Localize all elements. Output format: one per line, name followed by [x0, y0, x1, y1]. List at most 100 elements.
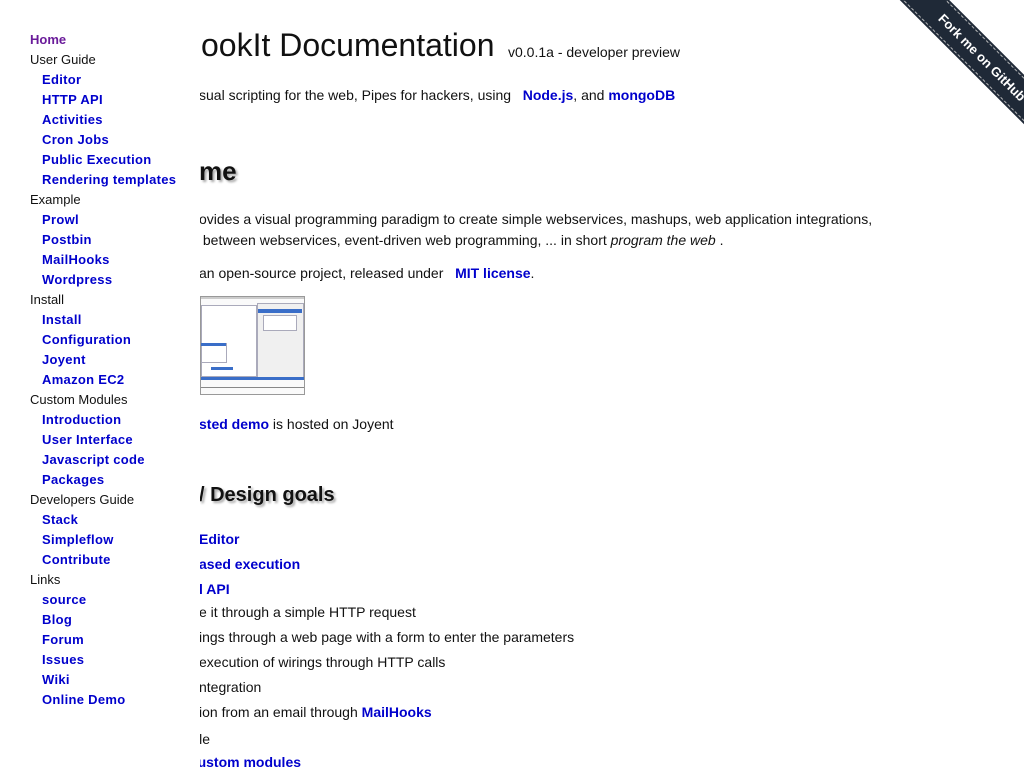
sidebar-label[interactable]: Amazon EC2 — [42, 372, 124, 387]
sidebar-item-http-api[interactable]: HTTP API — [0, 90, 200, 110]
sidebar-item-rendering-templates[interactable]: Rendering templates — [0, 170, 200, 190]
editor-link[interactable]: Editor — [199, 531, 239, 547]
license-text: an open-source project, released under — [199, 265, 444, 281]
intro-line-2: between webservices, event-driven web pr… — [202, 232, 607, 248]
sidebar-label[interactable]: Activities — [42, 112, 103, 127]
sidebar-item-javascript-code[interactable]: Javascript code — [0, 450, 200, 470]
sidebar-item-install[interactable]: Install — [0, 310, 200, 330]
sidebar-label: Install — [30, 292, 64, 307]
license-end: . — [530, 265, 535, 281]
sidebar-item-simpleflow[interactable]: Simpleflow — [0, 530, 200, 550]
sidebar-section-example: Example — [0, 190, 200, 210]
sidebar-item-wordpress[interactable]: Wordpress — [0, 270, 200, 290]
sidebar-item-prowl[interactable]: Prowl — [0, 210, 200, 230]
sidebar-item-postbin[interactable]: Postbin — [0, 230, 200, 250]
sidebar-section-install: Install — [0, 290, 200, 310]
sidebar-label: Links — [30, 572, 61, 587]
sidebar-item-editor[interactable]: Editor — [0, 70, 200, 90]
fork-me-ribbon[interactable]: Fork me on GitHub — [891, 0, 1024, 150]
sidebar-label[interactable]: source — [42, 592, 86, 607]
intro-paragraph: ovides a visual programming paradigm to … — [199, 209, 872, 251]
sidebar-item-mailhooks[interactable]: MailHooks — [0, 250, 200, 270]
intro-line-1: ovides a visual programming paradigm to … — [199, 211, 873, 227]
sidebar-section-links: Links — [0, 570, 200, 590]
sidebar-item-contribute[interactable]: Contribute — [0, 550, 200, 570]
sidebar-label[interactable]: Cron Jobs — [42, 132, 109, 147]
sidebar-section-home[interactable]: Home — [0, 30, 200, 50]
api-link[interactable]: l API — [199, 581, 230, 597]
sidebar-label: Custom Modules — [30, 392, 128, 407]
nav-list: Home User Guide Editor HTTP API Activities Cr… — [0, 30, 200, 710]
sidebar-label[interactable]: Wordpress — [42, 272, 112, 287]
design-goals-heading: / Design goals — [199, 484, 335, 506]
sidebar-item-joyent[interactable]: Joyent — [0, 350, 200, 370]
sidebar-item-activities[interactable]: Activities — [0, 110, 200, 130]
sidebar-label[interactable]: Javascript code — [42, 452, 145, 467]
sidebar-nav: Home User Guide Editor HTTP API Activities Cr… — [0, 30, 200, 768]
sidebar-item-public-execution[interactable]: Public Execution — [0, 150, 200, 170]
sidebar-label[interactable]: Prowl — [42, 212, 79, 227]
sidebar-label[interactable]: User Interface — [42, 432, 133, 447]
sidebar-label[interactable]: Introduction — [42, 412, 121, 427]
github-ribbon: Fork me on GitHub — [874, 0, 1024, 150]
sidebar-label[interactable]: Editor — [42, 72, 81, 87]
sidebar-item-online-demo[interactable]: Online Demo — [0, 690, 200, 710]
sidebar-section-user-guide: User Guide — [0, 50, 200, 70]
sidebar-label[interactable]: Home — [30, 32, 66, 47]
http-calls-text: execution of wirings through HTTP calls — [199, 654, 446, 670]
sidebar-label[interactable]: Public Execution — [42, 152, 152, 167]
intro-end: . — [719, 232, 724, 248]
sidebar-label: Developers Guide — [30, 492, 135, 507]
sidebar-label[interactable]: Stack — [42, 512, 78, 527]
sidebar-label[interactable]: Postbin — [42, 232, 92, 247]
http-request-text: e it through a simple HTTP request — [199, 604, 416, 620]
editor-screenshot-thumbnail[interactable] — [200, 296, 305, 395]
page-title: ookIt Documentation — [201, 27, 495, 63]
sidebar-label[interactable]: Joyent — [42, 352, 86, 367]
sidebar-label[interactable]: Configuration — [42, 332, 131, 347]
sidebar-label: User Guide — [30, 52, 96, 67]
sidebar-section-developers-guide: Developers Guide — [0, 490, 200, 510]
sidebar-label[interactable]: Online Demo — [42, 692, 125, 707]
sidebar-label[interactable]: Rendering templates — [42, 172, 176, 187]
demo-text: is hosted on Joyent — [272, 416, 394, 432]
sidebar-label[interactable]: HTTP API — [42, 92, 103, 107]
sidebar-item-wiki[interactable]: Wiki — [0, 670, 200, 690]
sidebar-label[interactable]: Packages — [42, 472, 104, 487]
mit-license-link[interactable]: MIT license — [455, 265, 530, 281]
version-label: v0.0.1a - developer preview — [508, 44, 680, 60]
execution-link[interactable]: ased execution — [199, 556, 300, 572]
license-paragraph: an open-source project, released under M… — [199, 265, 534, 281]
sidebar-item-forum[interactable]: Forum — [0, 630, 200, 650]
sidebar-label[interactable]: Simpleflow — [42, 532, 114, 547]
sidebar-item-stack[interactable]: Stack — [0, 510, 200, 530]
mailhooks-link[interactable]: MailHooks — [362, 704, 432, 720]
email-text: ion from an email through — [199, 704, 358, 720]
intro-italic: program the web — [610, 232, 716, 248]
sidebar-item-issues[interactable]: Issues — [0, 650, 200, 670]
mongodb-link[interactable]: mongoDB — [608, 87, 675, 103]
sidebar-item-user-interface[interactable]: User Interface — [0, 430, 200, 450]
sidebar-item-cron-jobs[interactable]: Cron Jobs — [0, 130, 200, 150]
sidebar-item-packages[interactable]: Packages — [0, 470, 200, 490]
sidebar-label[interactable]: MailHooks — [42, 252, 110, 267]
sidebar-item-source[interactable]: source — [0, 590, 200, 610]
sidebar-item-introduction[interactable]: Introduction — [0, 410, 200, 430]
sidebar-label[interactable]: Issues — [42, 652, 84, 667]
email-line: ion from an email through MailHooks — [199, 704, 432, 720]
hosted-demo-link[interactable]: sted demo — [199, 416, 269, 432]
tagline: sual scripting for the web, Pipes for ha… — [199, 87, 675, 103]
sidebar-label[interactable]: Install — [42, 312, 82, 327]
sidebar-item-configuration[interactable]: Configuration — [0, 330, 200, 350]
nodejs-link[interactable]: Node.js — [523, 87, 574, 103]
sidebar-label[interactable]: Contribute — [42, 552, 111, 567]
demo-paragraph: sted demo is hosted on Joyent — [199, 416, 394, 432]
sidebar-label[interactable]: Forum — [42, 632, 84, 647]
sidebar-item-amazon-ec2[interactable]: Amazon EC2 — [0, 370, 200, 390]
sidebar-label[interactable]: Wiki — [42, 672, 70, 687]
tagline-and: , and — [573, 87, 605, 103]
sidebar-label[interactable]: Blog — [42, 612, 72, 627]
tagline-text: sual scripting for the web, Pipes for ha… — [199, 87, 512, 103]
sidebar-item-blog[interactable]: Blog — [0, 610, 200, 630]
sidebar-label: Example — [30, 192, 81, 207]
